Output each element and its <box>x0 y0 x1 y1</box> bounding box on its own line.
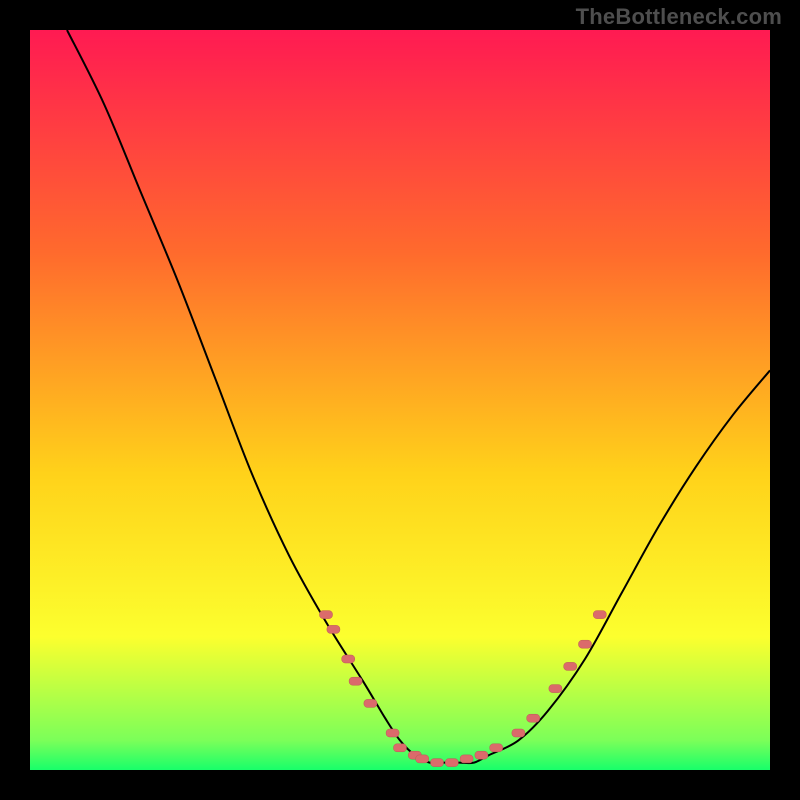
overlay-point <box>593 611 606 619</box>
overlay-point <box>394 744 407 752</box>
overlay-point <box>416 755 429 763</box>
chart-container: TheBottleneck.com <box>0 0 800 800</box>
overlay-point <box>527 714 540 722</box>
overlay-point <box>564 662 577 670</box>
overlay-point <box>386 729 399 737</box>
gradient-background <box>30 30 770 770</box>
overlay-point <box>475 751 488 759</box>
overlay-point <box>549 685 562 693</box>
overlay-point <box>431 759 444 767</box>
watermark-text: TheBottleneck.com <box>576 4 782 30</box>
overlay-point <box>512 729 525 737</box>
overlay-point <box>445 759 458 767</box>
plot-area <box>30 30 770 770</box>
overlay-point <box>349 677 362 685</box>
bottleneck-chart <box>30 30 770 770</box>
overlay-point <box>342 655 355 663</box>
overlay-point <box>364 699 377 707</box>
overlay-point <box>460 755 473 763</box>
overlay-point <box>579 640 592 648</box>
overlay-point <box>327 625 340 633</box>
overlay-point <box>490 744 503 752</box>
overlay-point <box>320 611 333 619</box>
